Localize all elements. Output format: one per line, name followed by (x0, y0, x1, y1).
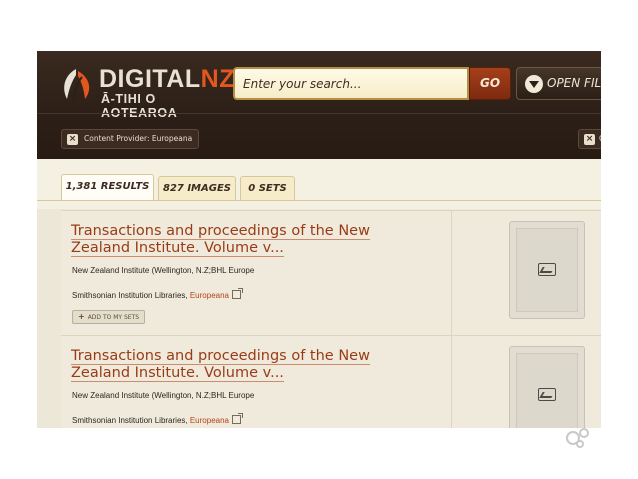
thumbnail-frame (516, 228, 578, 312)
results-tabs-bar: 1,381 RESULTS 827 IMAGES 0 SETS (37, 159, 601, 209)
result-item: Transactions and proceedings of the New … (61, 335, 601, 428)
add-to-my-sets-button[interactable]: + ADD TO MY SETS (72, 310, 146, 324)
provider-text: Smithsonian Institution Libraries, (72, 291, 190, 300)
external-link-icon[interactable] (232, 288, 243, 299)
result-item: Transactions and proceedings of the New … (61, 210, 601, 335)
filter-chip-label: Content Provider: Europeana (84, 134, 193, 143)
filter-chip-content-provider[interactable]: × Content Provider: Europeana (61, 129, 200, 149)
result-provider: Smithsonian Institution Libraries, Europ… (72, 288, 243, 300)
site-header: DIGITALNZ Ā-TIHI O AOTEAROA GO OPEN FILT… (37, 51, 601, 159)
add-to-sets-label: ADD TO MY SETS (87, 314, 140, 321)
result-provider: Smithsonian Institution Libraries, Europ… (72, 413, 243, 425)
filter-chip-label: C (599, 134, 601, 143)
result-thumbnail[interactable] (509, 346, 585, 428)
result-details: Transactions and proceedings of the New … (61, 211, 451, 335)
filter-chip-partial[interactable]: × C (578, 129, 601, 149)
result-title-link[interactable]: Transactions and proceedings of the New … (71, 348, 421, 382)
tab-sets[interactable]: 0 SETS (240, 176, 295, 200)
open-filters-label: OPEN FILTERS (547, 76, 601, 90)
provider-text: Smithsonian Institution Libraries, (72, 416, 190, 425)
thumbnail-frame (516, 353, 578, 428)
chevron-down-icon (525, 75, 543, 93)
result-creator: New Zealand Institute (Wellington, N.Z;B… (72, 391, 255, 400)
result-divider (451, 211, 452, 335)
close-icon[interactable]: × (584, 134, 595, 145)
search-input[interactable] (233, 67, 469, 100)
tabs-divider (37, 200, 601, 201)
open-filters-button[interactable]: OPEN FILTERS (516, 67, 601, 100)
provider-link[interactable]: Europeana (190, 416, 229, 425)
search-go-button[interactable]: GO (469, 67, 511, 100)
image-placeholder-icon (538, 263, 556, 276)
result-divider (451, 336, 452, 428)
result-details: Transactions and proceedings of the New … (61, 336, 451, 428)
leaf-icon (64, 69, 90, 101)
header-divider (37, 113, 601, 114)
provider-link[interactable]: Europeana (190, 291, 229, 300)
result-thumbnail[interactable] (509, 221, 585, 319)
image-placeholder-icon (538, 388, 556, 401)
tab-images[interactable]: 827 IMAGES (158, 176, 236, 200)
tab-results[interactable]: 1,381 RESULTS (61, 174, 154, 201)
close-icon[interactable]: × (67, 134, 78, 145)
browser-viewport: DIGITALNZ Ā-TIHI O AOTEAROA GO OPEN FILT… (37, 51, 601, 428)
result-title-link[interactable]: Transactions and proceedings of the New … (71, 223, 421, 257)
logo-wordmark: DIGITALNZ (99, 65, 235, 93)
logo-subtitle: Ā-TIHI O AOTEAROA (101, 92, 178, 120)
result-creator: New Zealand Institute (Wellington, N.Z;B… (72, 266, 255, 275)
plus-icon: + (78, 312, 85, 321)
digitalnz-logo[interactable]: DIGITALNZ Ā-TIHI O AOTEAROA (59, 65, 234, 120)
external-link-icon[interactable] (232, 413, 243, 424)
slide-logo-icon (566, 428, 589, 448)
